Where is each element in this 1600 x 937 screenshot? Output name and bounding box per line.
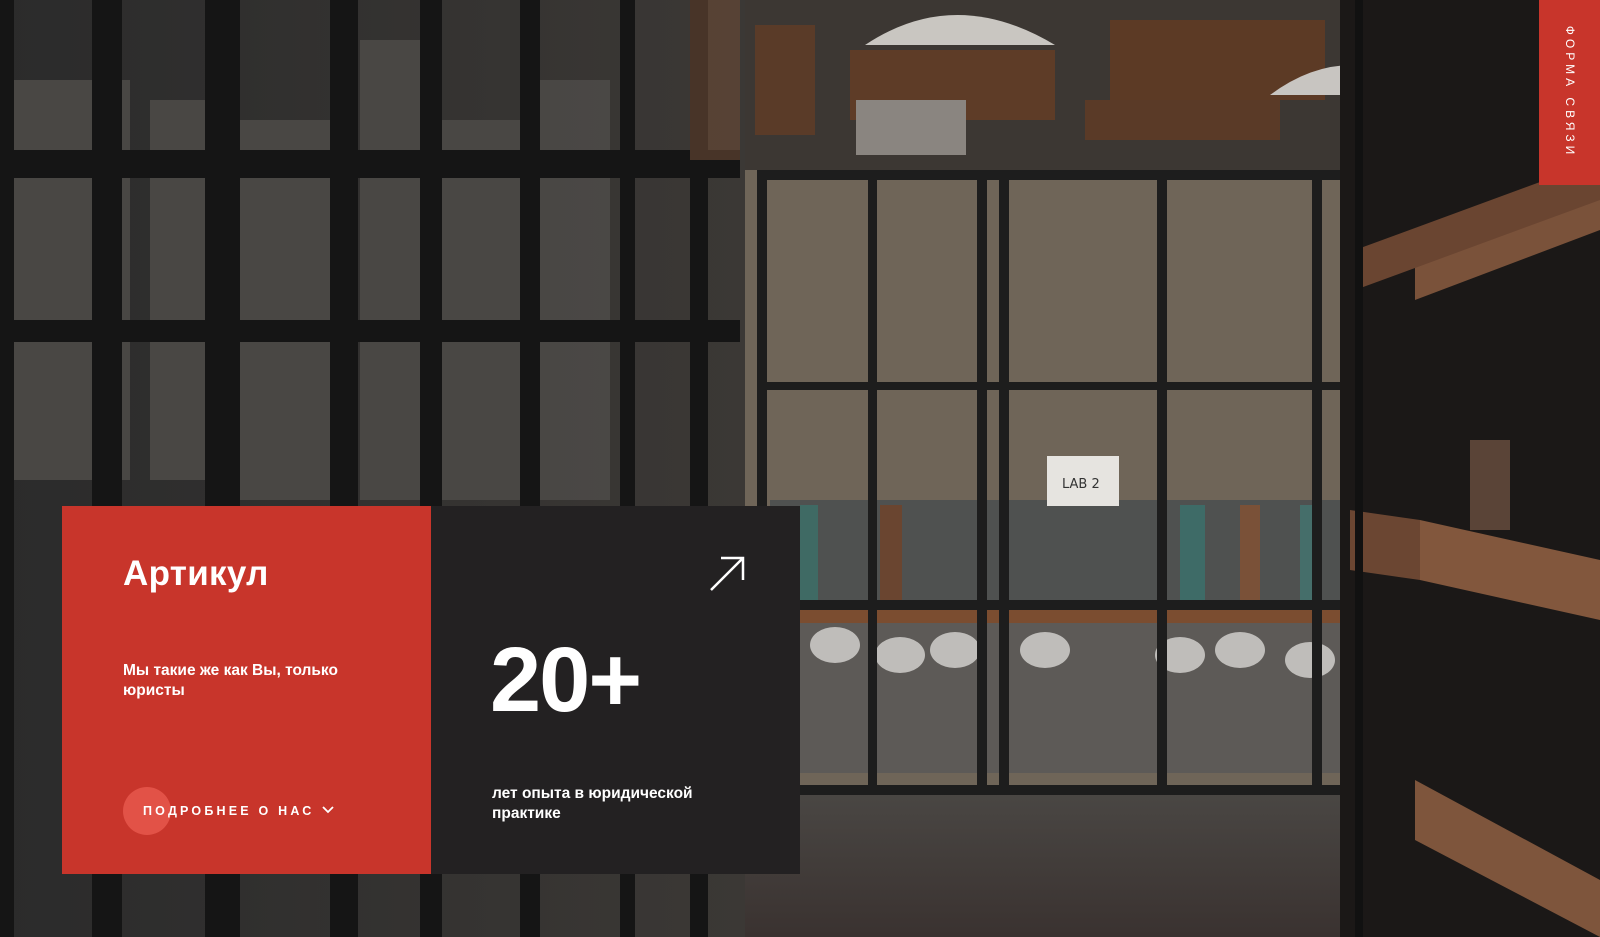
about-us-button-label: ПОДРОБНЕЕ О НАС bbox=[143, 804, 315, 818]
brand-card: Артикул Мы такие же как Вы, только юрист… bbox=[62, 506, 431, 874]
arrow-up-right-icon[interactable] bbox=[707, 554, 747, 594]
chevron-down-icon bbox=[322, 805, 335, 817]
about-us-button[interactable]: ПОДРОБНЕЕ О НАС bbox=[123, 787, 353, 835]
experience-caption: лет опыта в юридической практике bbox=[492, 785, 693, 822]
brand-tagline: Мы такие же как Вы, только юристы bbox=[123, 662, 338, 699]
svg-text:LAB 2: LAB 2 bbox=[1062, 477, 1100, 492]
contact-form-tab[interactable]: ФОРМА СВЯЗИ bbox=[1539, 0, 1600, 185]
contact-form-tab-label: ФОРМА СВЯЗИ bbox=[1562, 25, 1577, 159]
experience-years-value: 20+ bbox=[490, 629, 642, 731]
brand-title: Артикул bbox=[123, 554, 269, 593]
experience-card: 20+ лет опыта в юридической практике bbox=[431, 506, 800, 874]
